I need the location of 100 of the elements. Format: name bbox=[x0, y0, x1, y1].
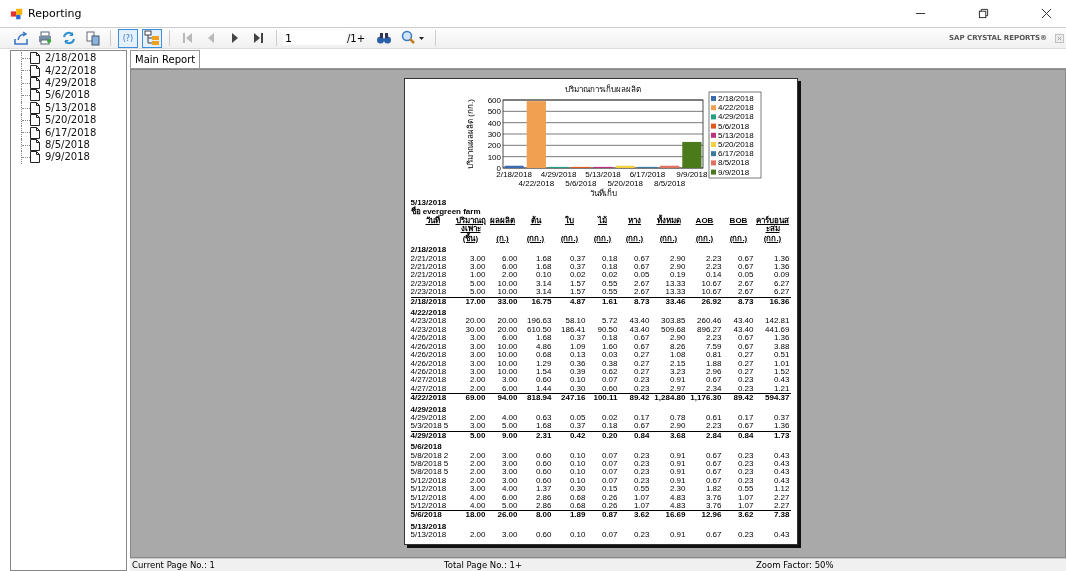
total-cell: 1,176.30 bbox=[686, 393, 723, 403]
table-cell-text: 2.86 bbox=[534, 502, 553, 511]
table-cell-text: 10.00 bbox=[496, 279, 519, 289]
table-cell-text: 0.60 bbox=[534, 468, 553, 477]
total-cell: 1,284.80 bbox=[650, 393, 687, 403]
total-cell: 247.16 bbox=[552, 393, 587, 403]
column-header: AOB bbox=[694, 217, 715, 227]
table-cell-text: 2.86 bbox=[534, 493, 553, 502]
table-cell-text: 0.67 bbox=[736, 263, 755, 272]
table-cell-text: 0.05 bbox=[736, 271, 755, 280]
table-cell-text: 2.23 bbox=[704, 263, 723, 272]
tree-item[interactable]: 4/22/2018 bbox=[30, 64, 99, 77]
table-cell-text: 0.60 bbox=[534, 476, 553, 486]
column-unit: (กก.) bbox=[762, 234, 783, 244]
total-cell: 100.11 bbox=[586, 393, 619, 403]
table-cell-text: 2.00 bbox=[468, 376, 487, 385]
table-cell-text: 6.00 bbox=[500, 254, 519, 264]
table-cell-text: 5.00 bbox=[500, 422, 519, 431]
document-icon bbox=[30, 89, 40, 102]
export-button[interactable] bbox=[11, 28, 31, 48]
table-cell-text: 0.68 bbox=[534, 351, 553, 360]
table-cell-text: 303.85 bbox=[660, 317, 687, 326]
total-cell: 17.00 bbox=[454, 296, 487, 307]
legend-label: 9/9/2018 bbox=[717, 167, 749, 177]
table-cell-text: 0.02 bbox=[600, 271, 619, 280]
tree-item[interactable]: 8/5/2018 bbox=[30, 138, 92, 151]
legend-label: 6/17/2018 bbox=[717, 149, 754, 159]
table-cell-text: 4.86 bbox=[534, 342, 553, 352]
table-cell-text: 4/26/2018 bbox=[410, 351, 448, 360]
group-tree-button[interactable] bbox=[142, 28, 162, 48]
table-cell-text: 1.00 bbox=[468, 271, 487, 280]
table-cell-text: 0.37 bbox=[568, 263, 587, 272]
table-cell-text: 4/26/2018 bbox=[410, 334, 448, 343]
category-label: 2/18/2018 bbox=[495, 170, 532, 179]
table-cell-text: 0.05 bbox=[568, 413, 587, 423]
table-cell-text: 3.00 bbox=[500, 459, 519, 469]
table-cell-text: 4.83 bbox=[668, 493, 687, 502]
table-cell-text: 2.67 bbox=[736, 288, 755, 297]
legend-label: 5/6/2018 bbox=[717, 121, 749, 131]
total-cell: 26.00 bbox=[486, 510, 519, 520]
legend-swatch bbox=[710, 169, 716, 175]
table-cell-text: 2.23 bbox=[704, 254, 723, 264]
table-cell-text: 0.38 bbox=[600, 359, 619, 368]
table-cell-text: 1.68 bbox=[534, 254, 553, 264]
table-cell-text: 3.00 bbox=[468, 351, 487, 360]
table-cell-text: 0.78 bbox=[668, 413, 687, 423]
report-tab[interactable]: Main Report bbox=[130, 50, 201, 68]
table-cell-text: 4/26/2018 bbox=[410, 342, 448, 352]
table-cell-text: 5/8/2018 5 bbox=[410, 468, 450, 477]
table-cell-text: 186.41 bbox=[560, 325, 587, 335]
document-icon bbox=[30, 101, 40, 114]
help-button[interactable]: (?) bbox=[118, 28, 138, 48]
table-cell-text: 0.30 bbox=[568, 485, 587, 494]
table-cell-text: 1.36 bbox=[772, 422, 791, 431]
tree-item[interactable]: 6/17/2018 bbox=[30, 126, 99, 139]
table-cell-text: 2/21/2018 bbox=[410, 263, 448, 272]
tree-item[interactable]: 2/18/2018 bbox=[30, 52, 99, 65]
table-cell-text: 90.50 bbox=[596, 325, 619, 335]
tree-item[interactable]: 5/6/2018 bbox=[30, 89, 92, 102]
table-cell-text: 0.60 bbox=[534, 376, 553, 385]
table-cell-text: 2.00 bbox=[500, 271, 519, 280]
tree-item[interactable]: 5/20/2018 bbox=[30, 114, 99, 127]
tree-item[interactable]: 5/13/2018 bbox=[30, 101, 99, 114]
legend-swatch bbox=[710, 123, 716, 129]
table-cell-text: 2/21/2018 bbox=[410, 254, 448, 264]
table-cell-text: 2.90 bbox=[668, 422, 687, 431]
table-cell-text: 1.21 bbox=[772, 384, 791, 394]
tree-item[interactable]: 9/9/2018 bbox=[30, 151, 92, 164]
tick-label: 100 bbox=[487, 152, 501, 162]
table-cell-text: 0.23 bbox=[736, 476, 755, 486]
table-cell-text: 0.23 bbox=[736, 531, 755, 540]
table-cell-text: 7.59 bbox=[704, 342, 723, 352]
page-number-field[interactable]: 1 bbox=[283, 31, 347, 45]
table-cell-text: 3.00 bbox=[468, 342, 487, 352]
table-cell-text: 2/23/2018 bbox=[410, 288, 448, 297]
table-cell-text: 30.00 bbox=[464, 325, 487, 335]
table-cell-text: 2.34 bbox=[704, 384, 723, 394]
table-cell-text: 142.81 bbox=[764, 317, 791, 326]
table-cell-text: 3.00 bbox=[468, 254, 487, 264]
printer-icon bbox=[37, 30, 53, 46]
table-cell-text: 0.63 bbox=[534, 413, 553, 423]
table-cell-text: 1.68 bbox=[534, 263, 553, 272]
table-cell-text: 0.18 bbox=[600, 263, 619, 272]
table-cell-text: 2.00 bbox=[468, 384, 487, 394]
table-cell-text: 2.90 bbox=[668, 263, 687, 272]
table-cell-text: 20.00 bbox=[464, 317, 487, 326]
table-cell-text: 2.30 bbox=[668, 485, 687, 494]
column-header: คาร์บอนสะสม bbox=[755, 217, 790, 234]
table-cell-text: 6.27 bbox=[772, 288, 791, 297]
total-cell: 0.84 bbox=[618, 430, 651, 441]
group-header: 4/29/2018 bbox=[410, 405, 448, 414]
group-header: 5/13/2018 bbox=[410, 522, 448, 532]
table-cell-text: 0.51 bbox=[772, 351, 791, 360]
document-icon bbox=[30, 64, 40, 77]
tree-item[interactable]: 4/29/2018 bbox=[30, 76, 99, 89]
table-cell-text: 10.67 bbox=[700, 288, 723, 297]
copy-button[interactable] bbox=[83, 28, 103, 48]
table-cell-text: 2.23 bbox=[704, 422, 723, 431]
table-cell-text: 0.05 bbox=[632, 271, 651, 280]
legend-swatch bbox=[710, 105, 716, 111]
